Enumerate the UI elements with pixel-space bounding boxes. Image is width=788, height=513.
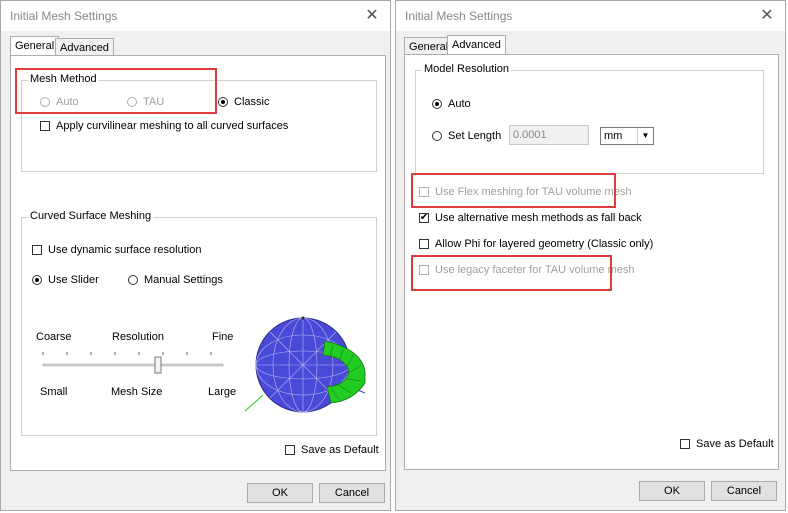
model-resolution-label: Model Resolution [422, 63, 511, 75]
ok-button[interactable]: OK [639, 481, 705, 501]
unit-select[interactable]: mm ▼ [600, 127, 654, 145]
allow-phi-label: Allow Phi for layered geometry (Classic … [435, 238, 654, 250]
initial-mesh-settings-dialog-advanced: Initial Mesh Settings ✕ General Advanced… [395, 0, 786, 511]
slider-small-label: Small [40, 386, 68, 398]
highlight-flex-meshing [411, 173, 616, 208]
radio-set-length[interactable]: Set Length [432, 130, 501, 142]
tab-panel: Mesh Method Auto TAU Classic Apply curvi… [10, 55, 386, 471]
dynamic-resolution-checkbox-box[interactable] [32, 245, 42, 255]
radio-use-slider[interactable]: Use Slider [32, 274, 99, 286]
cancel-button[interactable]: Cancel [711, 481, 777, 501]
mesh-preview-image [244, 316, 366, 413]
radio-manual-settings-indicator[interactable] [128, 275, 138, 285]
radio-use-slider-label: Use Slider [48, 274, 99, 286]
slider-coarse-label: Coarse [36, 331, 72, 343]
allow-phi-checkbox[interactable]: Allow Phi for layered geometry (Classic … [419, 238, 653, 250]
ok-button[interactable]: OK [247, 483, 313, 503]
initial-mesh-settings-dialog-general: Initial Mesh Settings ✕ General Advanced… [0, 0, 391, 511]
close-icon[interactable]: ✕ [757, 5, 777, 25]
radio-auto-resolution[interactable]: Auto [432, 98, 471, 110]
set-length-input[interactable]: 0.0001 [509, 125, 589, 145]
slider-mesh-size-label: Mesh Size [111, 386, 163, 398]
radio-classic-label: Classic [234, 96, 270, 108]
tab-general[interactable]: General [404, 37, 454, 55]
curvilinear-checkbox-box[interactable] [40, 121, 50, 131]
cancel-button[interactable]: Cancel [319, 483, 385, 503]
alternative-mesh-checkbox-box[interactable]: ✔ [419, 213, 429, 223]
model-resolution-group: Model Resolution [415, 63, 764, 174]
save-as-default-label: Save as Default [696, 438, 774, 450]
slider-thumb [154, 356, 162, 374]
curvilinear-checkbox[interactable]: Apply curvilinear meshing to all curved … [40, 120, 288, 132]
tab-advanced[interactable]: Advanced [55, 38, 114, 56]
title-bar: Initial Mesh Settings ✕ [396, 1, 785, 31]
save-as-default-checkbox-box[interactable] [285, 445, 295, 455]
dynamic-resolution-label: Use dynamic surface resolution [48, 244, 202, 256]
slider-large-label: Large [208, 386, 237, 398]
alternative-mesh-label: Use alternative mesh methods as fall bac… [435, 212, 642, 224]
save-as-default-checkbox-box[interactable] [680, 439, 690, 449]
radio-classic[interactable]: Classic [218, 96, 269, 108]
save-as-default-checkbox[interactable]: Save as Default [680, 438, 774, 450]
allow-phi-checkbox-box[interactable] [419, 239, 429, 249]
radio-auto-resolution-label: Auto [448, 98, 471, 110]
mesh-size-slider[interactable] [37, 346, 227, 376]
highlight-mesh-method [15, 68, 217, 114]
radio-use-slider-indicator[interactable] [32, 275, 42, 285]
save-as-default-label: Save as Default [301, 444, 379, 456]
tab-advanced[interactable]: Advanced [447, 35, 506, 55]
radio-set-length-label: Set Length [448, 130, 502, 142]
close-icon[interactable]: ✕ [362, 5, 382, 25]
radio-manual-settings[interactable]: Manual Settings [128, 274, 223, 286]
alternative-mesh-checkbox[interactable]: ✔ Use alternative mesh methods as fall b… [419, 212, 642, 224]
curved-surface-meshing-label: Curved Surface Meshing [28, 210, 154, 222]
unit-select-value: mm [604, 130, 623, 142]
slider-fine-label: Fine [212, 331, 234, 343]
radio-auto-resolution-indicator[interactable] [432, 99, 442, 109]
radio-manual-settings-label: Manual Settings [144, 274, 223, 286]
highlight-legacy-faceter [411, 255, 612, 291]
curvilinear-checkbox-label: Apply curvilinear meshing to all curved … [56, 120, 289, 132]
radio-classic-indicator[interactable] [218, 97, 228, 107]
dialog-title: Initial Mesh Settings [405, 9, 513, 23]
save-as-default-checkbox[interactable]: Save as Default [285, 444, 379, 456]
slider-resolution-label: Resolution [112, 331, 164, 343]
chevron-down-icon[interactable]: ▼ [637, 128, 653, 144]
title-bar: Initial Mesh Settings ✕ [1, 1, 390, 31]
radio-set-length-indicator[interactable] [432, 131, 442, 141]
dynamic-resolution-checkbox[interactable]: Use dynamic surface resolution [32, 244, 201, 256]
tab-general[interactable]: General [10, 36, 60, 56]
dialog-title: Initial Mesh Settings [10, 9, 118, 23]
